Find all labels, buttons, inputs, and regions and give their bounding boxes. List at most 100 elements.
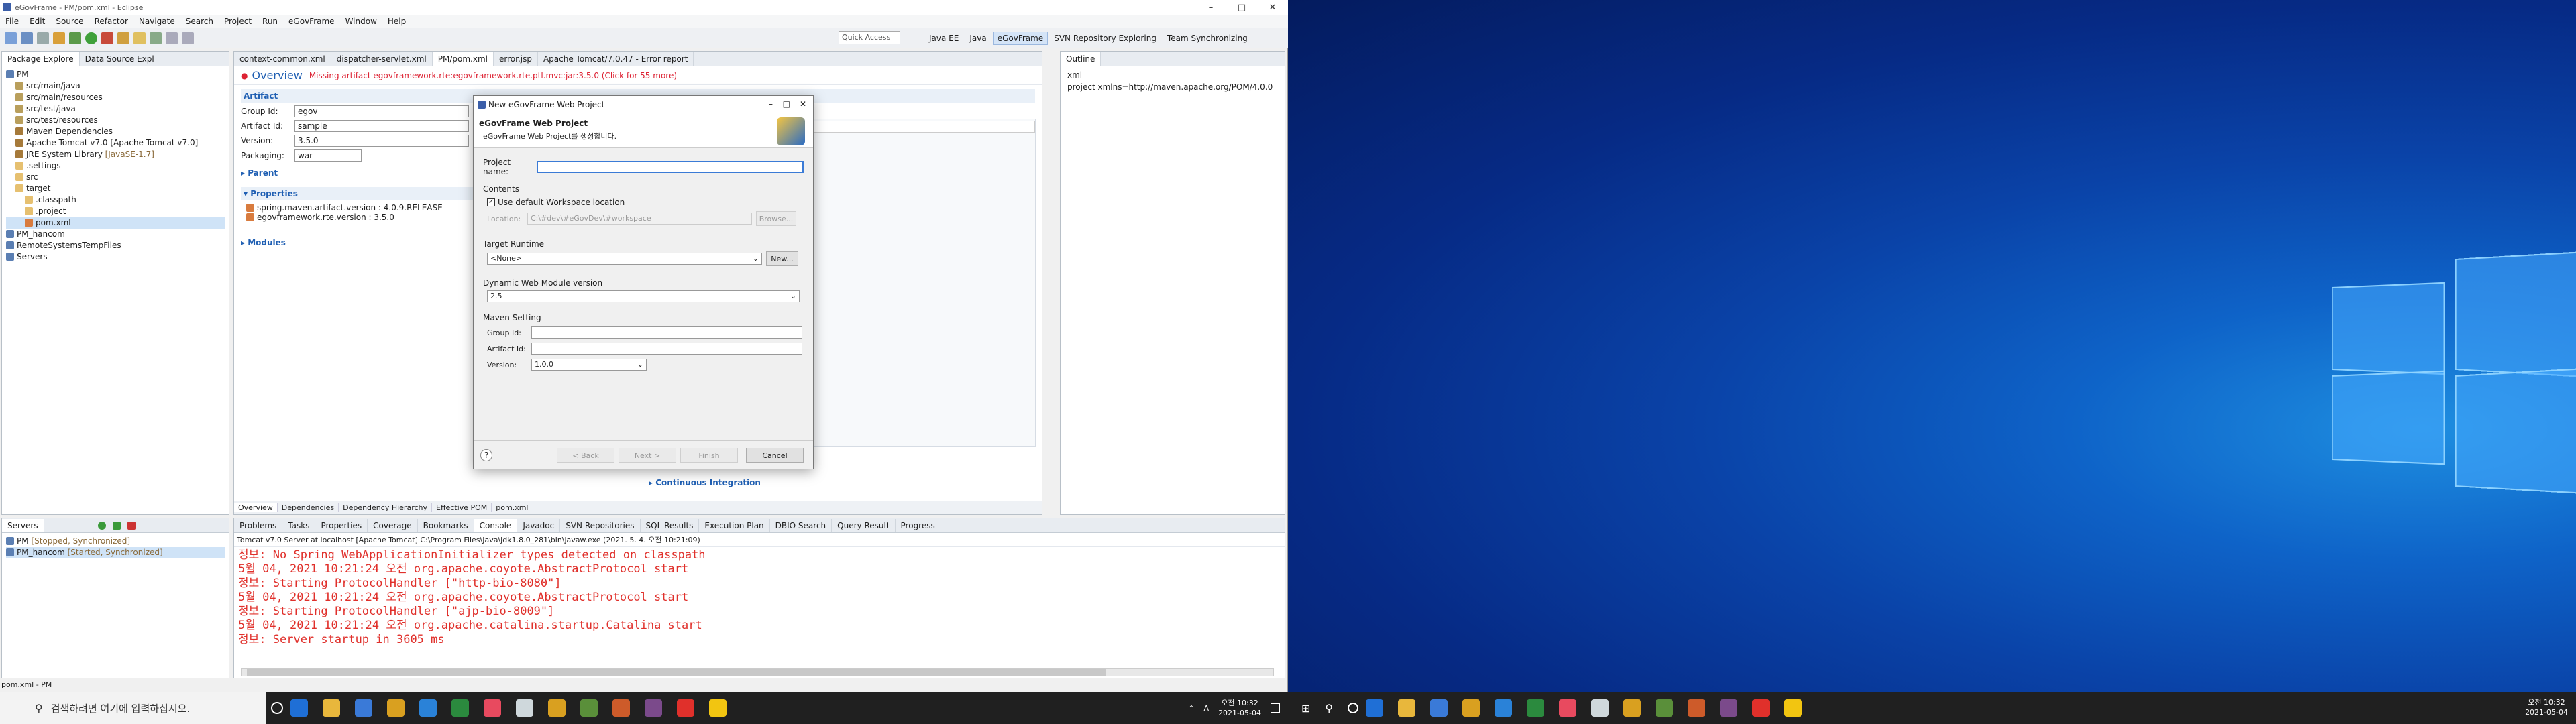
group-id-input[interactable] — [531, 326, 802, 339]
tree-item[interactable]: Apache Tomcat v7.0 [Apache Tomcat v7.0] — [6, 137, 225, 149]
editor-tab[interactable]: Apache Tomcat/7.0.47 - Error report — [538, 52, 694, 66]
menu-source[interactable]: Source — [50, 17, 89, 26]
taskbar-app-icon[interactable] — [1591, 699, 1609, 717]
finish-button[interactable]: Finish — [680, 448, 738, 463]
back-icon[interactable] — [166, 32, 178, 44]
taskbar-app-icon[interactable] — [1623, 699, 1642, 717]
taskbar-app-icon[interactable] — [1527, 699, 1545, 717]
editor-tab[interactable]: context-common.xml — [234, 52, 331, 66]
pom-editor-tab[interactable]: Dependency Hierarchy — [339, 503, 432, 512]
taskbar-app-icon[interactable] — [645, 699, 662, 717]
console-tab[interactable]: Coverage — [368, 518, 418, 532]
quick-access-input[interactable]: Quick Access — [839, 31, 900, 44]
save-icon[interactable] — [21, 32, 33, 44]
perspective-java[interactable]: Java — [965, 32, 991, 45]
tree-item[interactable]: .classpath — [6, 194, 225, 206]
console-tab[interactable]: Progress — [896, 518, 941, 532]
console-tab[interactable]: Tasks — [282, 518, 316, 532]
forward-icon[interactable] — [182, 32, 194, 44]
console-tab[interactable]: Properties — [315, 518, 368, 532]
tree-item[interactable]: Servers — [6, 251, 225, 263]
menu-search[interactable]: Search — [180, 17, 219, 26]
field-input[interactable]: 3.5.0 — [294, 135, 469, 147]
perspective-egovframe[interactable]: eGovFrame — [992, 32, 1049, 45]
maximize-button[interactable]: □ — [1226, 0, 1257, 15]
taskbar-app-icon[interactable] — [355, 699, 372, 717]
close-button[interactable]: ✕ — [1257, 0, 1288, 15]
tree-item[interactable]: PM_hancom — [6, 229, 225, 240]
tree-item[interactable]: JRE System Library [JavaSE-1.7] — [6, 149, 225, 160]
editor-tab[interactable]: error.jsp — [494, 52, 538, 66]
server-item[interactable]: PM [Stopped, Synchronized] — [6, 536, 225, 547]
tab-data-source-explorer[interactable]: Data Source Expl — [80, 52, 160, 66]
taskbar-app-icon[interactable] — [1720, 699, 1738, 717]
search-icon[interactable]: ⚲ — [1325, 702, 1333, 715]
console-tab[interactable]: Console — [474, 518, 518, 532]
perspective-java-ee[interactable]: Java EE — [924, 32, 963, 45]
taskbar-app-icon[interactable] — [419, 699, 437, 717]
start-icon[interactable]: ⊞ — [1301, 702, 1310, 715]
dialog-maximize-button[interactable]: □ — [783, 99, 790, 109]
help-icon[interactable]: ? — [480, 449, 492, 461]
pom-editor-tab[interactable]: Overview — [234, 503, 278, 512]
taskbar-app-icon[interactable] — [1495, 699, 1513, 717]
console-tab[interactable]: Query Result — [832, 518, 896, 532]
taskbar-app-icon[interactable] — [1752, 699, 1770, 717]
project-name-input[interactable] — [536, 161, 804, 173]
new-icon[interactable] — [5, 32, 17, 44]
taskbar-app-icon[interactable] — [451, 699, 469, 717]
tab-package-explorer[interactable]: Package Explore — [2, 52, 80, 66]
editor-tab[interactable]: dispatcher-servlet.xml — [331, 52, 433, 66]
menu-file[interactable]: File — [0, 17, 24, 26]
tree-item[interactable]: target — [6, 183, 225, 194]
taskbar-app-icon[interactable] — [1398, 699, 1416, 717]
clock[interactable]: 오전 10:32 2021-05-04 — [2525, 697, 2568, 717]
notification-icon[interactable] — [1271, 703, 1280, 713]
taskbar-app-icon[interactable] — [709, 699, 727, 717]
tree-item[interactable]: pom.xml — [6, 217, 225, 229]
tree-item[interactable]: src/test/resources — [6, 115, 225, 126]
console-tab[interactable]: Bookmarks — [418, 518, 474, 532]
menu-navigate[interactable]: Navigate — [133, 17, 180, 26]
open-type-icon[interactable] — [117, 32, 129, 44]
taskbar-app-icon[interactable] — [323, 699, 340, 717]
menu-project[interactable]: Project — [219, 17, 257, 26]
cortana-icon[interactable] — [1348, 703, 1359, 713]
tree-item[interactable]: src/test/java — [6, 103, 225, 115]
console-tab[interactable]: Execution Plan — [699, 518, 770, 532]
menu-refactor[interactable]: Refactor — [89, 17, 133, 26]
cortana-icon[interactable] — [271, 702, 283, 714]
browse-button[interactable]: Browse... — [756, 211, 796, 226]
dialog-close-button[interactable]: ✕ — [800, 99, 806, 109]
cancel-button[interactable]: Cancel — [746, 448, 804, 463]
perspective-team-synchronizing[interactable]: Team Synchronizing — [1163, 32, 1252, 45]
tree-item[interactable]: src/main/resources — [6, 92, 225, 103]
location-input[interactable]: C:\#dev\#eGovDev\#workspace — [527, 213, 752, 225]
menu-window[interactable]: Window — [340, 17, 382, 26]
pom-editor-tab[interactable]: pom.xml — [492, 503, 533, 512]
tree-item[interactable]: src/main/java — [6, 80, 225, 92]
tree-item[interactable]: .settings — [6, 160, 225, 172]
console-h-scrollbar[interactable] — [241, 668, 1274, 676]
server-item[interactable]: PM_hancom [Started, Synchronized] — [6, 547, 225, 558]
next-button[interactable]: Next > — [619, 448, 676, 463]
tree-item[interactable]: .project — [6, 206, 225, 217]
tray-chevron-icon[interactable]: ⌃ — [1188, 704, 1194, 713]
taskbar-app-icon[interactable] — [548, 699, 566, 717]
tab-servers[interactable]: Servers — [2, 518, 44, 532]
console-tab[interactable]: SQL Results — [641, 518, 700, 532]
taskbar-app-icon[interactable] — [387, 699, 405, 717]
taskbar-app-icon[interactable] — [1462, 699, 1481, 717]
taskbar-app-icon[interactable] — [1559, 699, 1577, 717]
artifact-id-input[interactable] — [531, 343, 802, 355]
taskbar-app-icon[interactable] — [677, 699, 694, 717]
dialog-minimize-button[interactable]: – — [769, 99, 773, 109]
console-tab[interactable]: Javadoc — [517, 518, 561, 532]
search-icon[interactable] — [150, 32, 162, 44]
taskbar-app-icon[interactable] — [612, 699, 630, 717]
taskbar-app-icon[interactable] — [484, 699, 501, 717]
start-server-icon[interactable] — [97, 521, 106, 530]
open-folder-icon[interactable] — [133, 32, 146, 44]
tree-item[interactable]: PM — [6, 69, 225, 80]
taskbar-app-icon[interactable] — [290, 699, 308, 717]
